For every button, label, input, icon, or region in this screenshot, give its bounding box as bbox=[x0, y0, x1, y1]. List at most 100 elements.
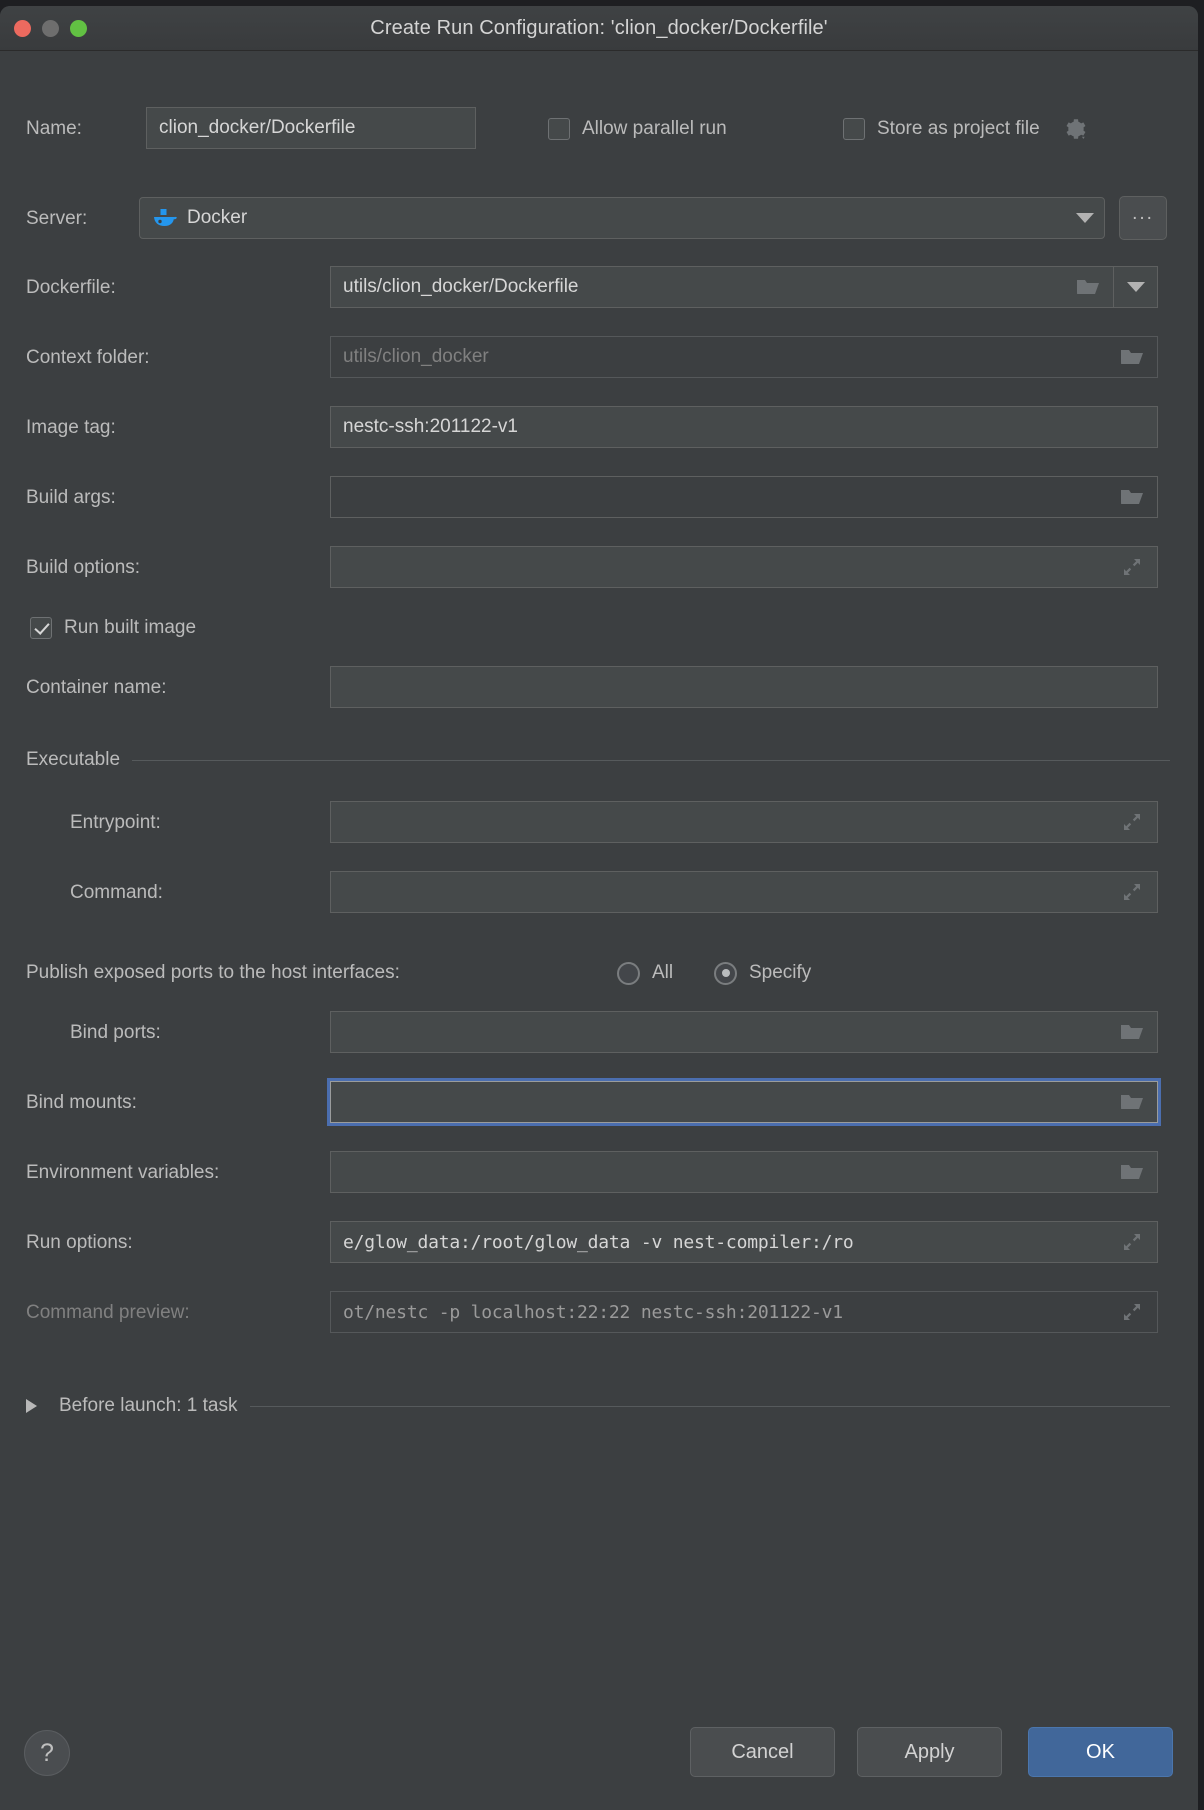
dialog-content: Name: clion_docker/Dockerfile Allow para… bbox=[0, 51, 1198, 1810]
zoom-window-button[interactable] bbox=[70, 19, 87, 37]
radio-specify-label: Specify bbox=[749, 962, 812, 983]
close-window-button[interactable] bbox=[14, 19, 31, 37]
publish-ports-radio-specify[interactable]: Specify bbox=[714, 961, 812, 985]
dockerfile-input[interactable]: utils/clion_docker/Dockerfile bbox=[330, 266, 1114, 308]
row-environment-variables: Environment variables: bbox=[0, 1151, 1198, 1195]
server-combobox-value: Docker bbox=[187, 207, 248, 228]
before-launch-header[interactable]: Before launch: 1 task bbox=[26, 1395, 1170, 1417]
expand-icon[interactable] bbox=[1119, 879, 1145, 905]
bind-mounts-label: Bind mounts: bbox=[26, 1092, 137, 1113]
apply-button[interactable]: Apply bbox=[857, 1727, 1002, 1777]
run-built-image-box[interactable] bbox=[30, 617, 52, 639]
container-name-label: Container name: bbox=[26, 677, 167, 698]
dialog-footer: ? Cancel Apply OK bbox=[0, 1700, 1198, 1810]
before-launch-divider bbox=[249, 1405, 1170, 1407]
folder-icon[interactable] bbox=[1119, 484, 1145, 510]
server-label: Server: bbox=[26, 208, 88, 229]
context-folder-label: Context folder: bbox=[26, 347, 150, 368]
server-browse-button[interactable]: ... bbox=[1119, 196, 1167, 240]
allow-parallel-run-box[interactable] bbox=[548, 118, 570, 140]
publish-ports-label: Publish exposed ports to the host interf… bbox=[26, 962, 400, 983]
radio-specify-button[interactable] bbox=[714, 961, 737, 985]
window-titlebar: Create Run Configuration: 'clion_docker/… bbox=[0, 6, 1198, 51]
row-container-name: Container name: bbox=[0, 666, 1198, 710]
dockerfile-history-dropdown[interactable] bbox=[1114, 266, 1158, 308]
radio-all-button[interactable] bbox=[617, 961, 640, 985]
bind-mounts-input[interactable] bbox=[327, 1078, 1161, 1126]
command-label: Command: bbox=[70, 882, 163, 903]
container-name-input[interactable] bbox=[330, 666, 1158, 708]
run-built-image-checkbox[interactable]: Run built image bbox=[30, 617, 196, 639]
expand-icon[interactable] bbox=[1119, 1299, 1145, 1325]
row-image-tag: Image tag: nestc-ssh:201122-v1 bbox=[0, 406, 1198, 450]
build-options-label: Build options: bbox=[26, 557, 141, 578]
bind-ports-input[interactable] bbox=[330, 1011, 1158, 1053]
expand-icon[interactable] bbox=[1119, 809, 1145, 835]
row-build-options: Build options: bbox=[0, 546, 1198, 590]
environment-variables-input[interactable] bbox=[330, 1151, 1158, 1193]
folder-icon[interactable] bbox=[1075, 274, 1101, 300]
minimize-window-button[interactable] bbox=[42, 19, 59, 37]
server-combobox[interactable]: Docker bbox=[139, 197, 1105, 239]
traffic-light-group bbox=[14, 6, 87, 50]
row-build-args: Build args: bbox=[0, 476, 1198, 520]
name-input-value: clion_docker/Dockerfile bbox=[159, 117, 356, 138]
window-title: Create Run Configuration: 'clion_docker/… bbox=[370, 16, 828, 39]
image-tag-input-value: nestc-ssh:201122-v1 bbox=[343, 416, 518, 437]
store-as-project-file-box[interactable] bbox=[843, 118, 865, 140]
expand-icon[interactable] bbox=[1119, 1229, 1145, 1255]
image-tag-input[interactable]: nestc-ssh:201122-v1 bbox=[330, 406, 1158, 448]
folder-icon[interactable] bbox=[1119, 1019, 1145, 1045]
environment-variables-label: Environment variables: bbox=[26, 1162, 220, 1183]
context-folder-input[interactable]: utils/clion_docker bbox=[330, 336, 1158, 378]
run-options-input[interactable]: e/glow_data:/root/glow_data -v nest-comp… bbox=[330, 1221, 1158, 1263]
row-command: Command: bbox=[0, 871, 1198, 915]
create-run-configuration-dialog: Create Run Configuration: 'clion_docker/… bbox=[0, 6, 1198, 1810]
row-dockerfile: Dockerfile: utils/clion_docker/Dockerfil… bbox=[0, 266, 1198, 310]
run-built-image-label: Run built image bbox=[64, 617, 197, 638]
ok-button[interactable]: OK bbox=[1028, 1727, 1173, 1777]
dockerfile-label: Dockerfile: bbox=[26, 277, 116, 298]
row-run-built-image: Run built image bbox=[0, 606, 1198, 650]
row-entrypoint: Entrypoint: bbox=[0, 801, 1198, 845]
entrypoint-label: Entrypoint: bbox=[70, 812, 161, 833]
cancel-button[interactable]: Cancel bbox=[690, 1727, 835, 1777]
build-options-input[interactable] bbox=[330, 546, 1158, 588]
folder-icon[interactable] bbox=[1119, 1159, 1145, 1185]
executable-group-header: Executable bbox=[26, 749, 1170, 771]
help-button[interactable]: ? bbox=[24, 1730, 70, 1776]
row-command-preview: Command preview: ot/nestc -p localhost:2… bbox=[0, 1291, 1198, 1335]
dockerfile-input-value: utils/clion_docker/Dockerfile bbox=[343, 276, 579, 297]
context-folder-input-value: utils/clion_docker bbox=[343, 346, 489, 367]
folder-icon[interactable] bbox=[1119, 1089, 1145, 1115]
entrypoint-input[interactable] bbox=[330, 801, 1158, 843]
triangle-right-icon[interactable] bbox=[26, 1399, 37, 1413]
docker-whale-icon bbox=[152, 207, 178, 229]
publish-ports-radio-all[interactable]: All bbox=[617, 961, 674, 985]
row-name: Name: clion_docker/Dockerfile Allow para… bbox=[0, 107, 1198, 151]
row-bind-ports: Bind ports: bbox=[0, 1011, 1198, 1055]
row-run-options: Run options: e/glow_data:/root/glow_data… bbox=[0, 1221, 1198, 1265]
store-as-project-file-label: Store as project file bbox=[877, 118, 1040, 139]
build-args-label: Build args: bbox=[26, 487, 116, 508]
allow-parallel-run-checkbox[interactable]: Allow parallel run bbox=[548, 118, 727, 140]
name-input[interactable]: clion_docker/Dockerfile bbox=[146, 107, 476, 149]
radio-all-label: All bbox=[652, 962, 674, 983]
store-as-project-file-checkbox[interactable]: Store as project file bbox=[843, 116, 1088, 142]
command-input[interactable] bbox=[330, 871, 1158, 913]
row-server: Server: Docker ... bbox=[0, 196, 1198, 241]
before-launch-label: Before launch: 1 task bbox=[59, 1395, 238, 1416]
build-args-input[interactable] bbox=[330, 476, 1158, 518]
expand-icon[interactable] bbox=[1119, 554, 1145, 580]
run-options-label: Run options: bbox=[26, 1232, 133, 1253]
folder-icon[interactable] bbox=[1119, 344, 1145, 370]
chevron-down-icon[interactable] bbox=[1076, 213, 1094, 223]
gear-icon[interactable] bbox=[1062, 116, 1088, 142]
row-context-folder: Context folder: utils/clion_docker bbox=[0, 336, 1198, 380]
row-publish-ports: Publish exposed ports to the host interf… bbox=[0, 951, 1198, 995]
image-tag-label: Image tag: bbox=[26, 417, 116, 438]
bind-ports-label: Bind ports: bbox=[70, 1022, 161, 1043]
chevron-down-icon[interactable] bbox=[1126, 282, 1145, 292]
executable-group-divider bbox=[132, 759, 1170, 761]
command-preview-input: ot/nestc -p localhost:22:22 nestc-ssh:20… bbox=[330, 1291, 1158, 1333]
